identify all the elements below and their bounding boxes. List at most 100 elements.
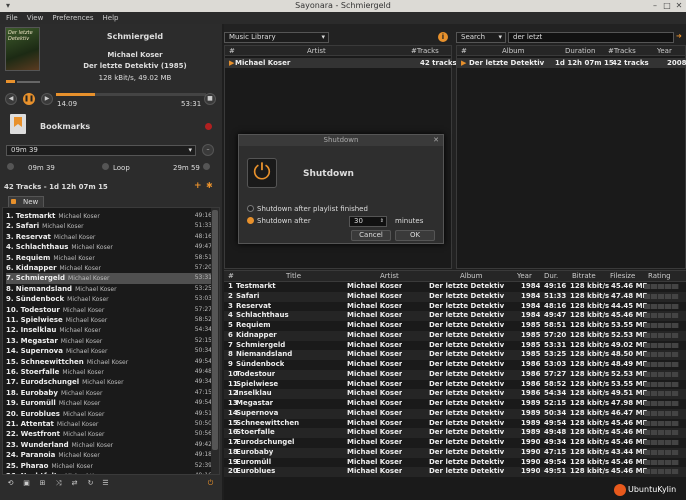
minutes-spinbox[interactable]: 30 ⇕ — [349, 216, 387, 227]
playlist-scrollbar[interactable] — [211, 208, 219, 474]
track-row[interactable]: 7 Schmiergeld Michael Koser Der letzte Dete… — [224, 341, 686, 351]
rating-stars[interactable] — [644, 313, 679, 319]
menu-help[interactable]: Help — [103, 12, 119, 24]
radio-playlist-finished[interactable] — [247, 205, 254, 212]
next-button[interactable]: ▶ — [41, 93, 53, 105]
radio-shutdown-after[interactable] — [247, 217, 254, 224]
record-bookmark-icon[interactable] — [205, 123, 212, 130]
track-row[interactable]: 14 Supernova Michael Koser Der letzte Detek… — [224, 408, 686, 419]
playlist-row[interactable]: 17. Eurodschungel Michael Koser 49:34 — [6, 377, 213, 387]
info-icon[interactable]: i — [438, 32, 448, 42]
playlist-row[interactable]: 12. Inselklau Michael Koser 54:34 — [6, 325, 213, 335]
col-bitrate[interactable]: Bitrate — [572, 271, 596, 281]
stop-button[interactable]: ■ — [204, 93, 216, 105]
track-row[interactable]: 11 Spielwiese Michael Koser Der letzte Dete… — [224, 380, 686, 390]
playlist-row[interactable]: 20. Euroblues Michael Koser 49:51 — [6, 409, 213, 419]
rating-stars[interactable] — [644, 459, 679, 465]
col-album[interactable]: Album — [502, 46, 524, 56]
rating-stars[interactable] — [644, 401, 679, 406]
progress-bar[interactable] — [56, 93, 206, 96]
rating-stars[interactable] — [644, 410, 679, 416]
minimize-icon[interactable]: – — [650, 1, 660, 11]
maximize-icon[interactable]: □ — [662, 1, 672, 11]
playlist-row[interactable]: 21. Attentat Michael Koser 50:50 — [6, 419, 213, 429]
track-row[interactable]: 6 Kidnapper Michael Koser Der letzte Detekt… — [224, 330, 686, 341]
track-row[interactable]: 20 Euroblues Michael Koser Der letzte Detek… — [224, 467, 686, 477]
star-icon[interactable]: ✱ — [206, 181, 213, 190]
search-go-icon[interactable]: ➜ — [676, 32, 682, 40]
col-number[interactable]: # — [229, 46, 235, 56]
rating-stars[interactable] — [644, 332, 679, 338]
col-year[interactable]: Year — [657, 46, 672, 56]
playlist-row[interactable]: 2. Safari Michael Koser 51:33 — [6, 221, 213, 231]
rating-stars[interactable] — [644, 420, 679, 426]
menu-view[interactable]: View — [27, 12, 44, 24]
bookmark-prev-icon[interactable] — [7, 163, 14, 170]
track-row[interactable]: 10 Todestour Michael Koser Der letzte Detek… — [224, 369, 686, 380]
ok-button[interactable]: OK — [395, 230, 435, 241]
album-row[interactable]: ▶ Der letzte Detektiv 1d 12h 07m 15 42 t… — [457, 58, 686, 68]
playlist-row[interactable]: 25. Pharao Michael Koser 52:39 — [6, 461, 213, 471]
playlist-row[interactable]: 18. Eurobaby Michael Koser 47:15 — [6, 388, 213, 398]
window-menu-icon[interactable]: ▾ — [3, 1, 13, 11]
track-row[interactable]: 15 Schneewittchen Michael Koser Der letzte … — [224, 419, 686, 429]
rating-stars[interactable] — [644, 449, 679, 455]
track-row[interactable]: 2 Safari Michael Koser Der letzte Detektiv 1… — [224, 291, 686, 302]
bookmark-next-icon[interactable] — [203, 163, 210, 170]
rating-stars[interactable] — [644, 430, 679, 436]
track-row[interactable]: 18 Eurobaby Michael Koser Der letzte Detekt… — [224, 447, 686, 458]
col-rating[interactable]: Rating — [648, 271, 671, 281]
track-row[interactable]: 13 Megastar Michael Koser Der letzte Detekt… — [224, 399, 686, 409]
playlist-row[interactable]: 1. Testmarkt Michael Koser 49:16 — [6, 211, 213, 221]
previous-button[interactable]: ◀ — [5, 93, 17, 105]
col-duration[interactable]: Dur. — [544, 271, 558, 281]
pause-button[interactable]: ❚❚ — [23, 93, 35, 105]
repeat-icon[interactable]: ⇄ — [70, 479, 79, 488]
col-number[interactable]: # — [228, 271, 234, 281]
playlist-row[interactable]: 7. Schmiergeld Michael Koser 53:31 — [6, 273, 213, 284]
repeat-one-icon[interactable]: ↻ — [86, 479, 95, 488]
search-input[interactable]: der letzt — [508, 32, 674, 43]
volume-slider[interactable] — [17, 81, 40, 83]
rating-stars[interactable] — [644, 352, 679, 358]
rating-stars[interactable] — [644, 284, 679, 289]
track-row[interactable]: 4 Schlachthaus Michael Koser Der letzte Det… — [224, 311, 686, 321]
track-row[interactable]: 17 Eurodschungel Michael Koser Der letzte D… — [224, 438, 686, 448]
playlist-row[interactable]: 11. Spielwiese Michael Koser 58:52 — [6, 315, 213, 325]
clear-icon[interactable]: ⟲ — [6, 479, 15, 488]
menu-preferences[interactable]: Preferences — [52, 12, 93, 24]
rating-stars[interactable] — [644, 323, 679, 328]
col-duration[interactable]: Duration — [565, 46, 595, 56]
playlist-row[interactable]: 9. Sündenbock Michael Koser 53:03 — [6, 294, 213, 304]
dialog-close-icon[interactable]: ✕ — [433, 135, 439, 146]
volume-icon[interactable] — [6, 80, 15, 83]
playlist-row[interactable]: 23. Wunderland Michael Koser 49:42 — [6, 440, 213, 450]
col-title[interactable]: Title — [286, 271, 301, 281]
add-icon[interactable]: + — [194, 181, 202, 191]
playlist-view[interactable]: 1. Testmarkt Michael Koser 49:16 2. Safari M… — [2, 207, 220, 475]
track-row[interactable]: 5 Requiem Michael Koser Der letzte Detektiv… — [224, 321, 686, 331]
menu-file[interactable]: File — [6, 12, 18, 24]
rating-stars[interactable] — [644, 440, 679, 445]
rating-stars[interactable] — [644, 293, 679, 299]
col-year[interactable]: Year — [517, 271, 532, 281]
playlist-row[interactable]: 15. Schneewittchen Michael Koser 49:54 — [6, 357, 213, 367]
col-artist[interactable]: Artist — [307, 46, 326, 56]
close-icon[interactable]: ✕ — [674, 1, 684, 11]
track-row[interactable]: 3 Reservat Michael Koser Der letzte Detekti… — [224, 302, 686, 312]
cancel-button[interactable]: Cancel — [351, 230, 391, 241]
track-row[interactable]: 8 Niemandsland Michael Koser Der letzte Det… — [224, 350, 686, 360]
playlist-row[interactable]: 6. Kidnapper Michael Koser 57:20 — [6, 263, 213, 273]
rating-stars[interactable] — [644, 381, 679, 387]
power-icon[interactable]: ⏻ — [206, 479, 215, 488]
playlist-row[interactable]: 4. Schlachthaus Michael Koser 49:47 — [6, 242, 213, 252]
loop-toggle[interactable] — [102, 163, 109, 170]
track-row[interactable]: 19 Euromüll Michael Koser Der letzte Detekt… — [224, 458, 686, 468]
playlist-row[interactable]: 13. Megastar Michael Koser 52:15 — [6, 336, 213, 346]
playlist-row[interactable]: 16. Stoerfalle Michael Koser 49:48 — [6, 367, 213, 377]
bookmark-select[interactable]: 09m 39 ▾ — [6, 145, 196, 156]
col-tracks[interactable]: #Tracks — [411, 46, 439, 56]
rating-stars[interactable] — [644, 469, 679, 475]
bookmark-delete-button[interactable]: – — [202, 144, 214, 156]
dynamic-icon[interactable]: ▣ — [22, 479, 31, 488]
